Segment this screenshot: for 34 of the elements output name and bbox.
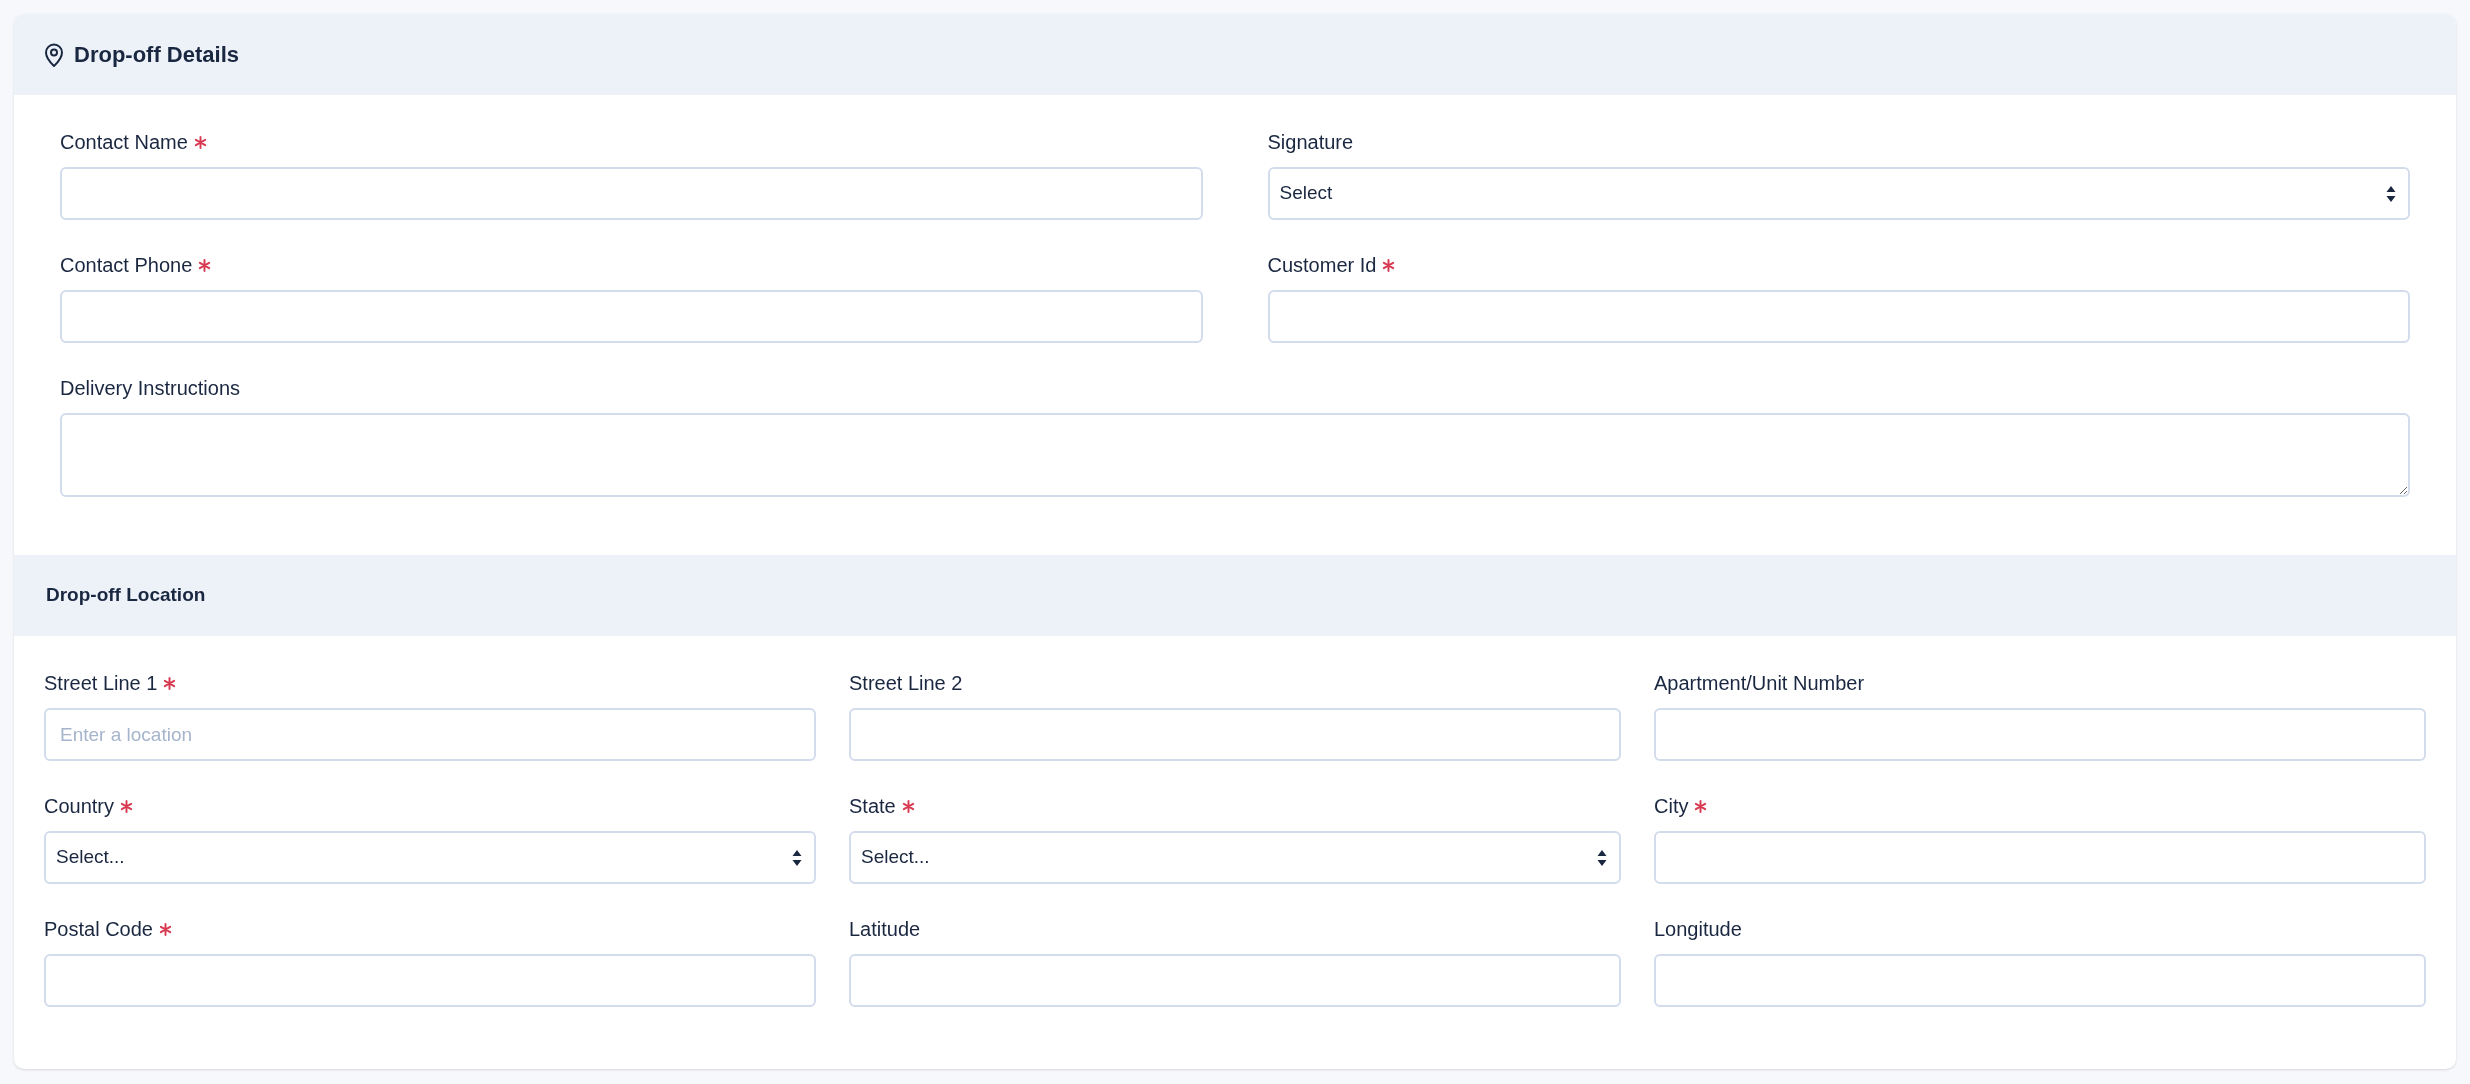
field-label: State (849, 794, 896, 819)
field-label: Contact Name (60, 130, 188, 155)
select-dropdown[interactable]: Select (1267, 167, 2410, 220)
text-input-field[interactable] (849, 708, 1621, 761)
field-label: City (1654, 794, 1689, 819)
field-label: Longitude (1654, 917, 1742, 942)
text-input-field[interactable] (60, 167, 1203, 220)
text-input-field[interactable] (44, 954, 816, 1007)
text-input-field[interactable] (60, 290, 1203, 343)
field-label: Signature (1267, 130, 1354, 155)
text-input-field[interactable] (1267, 290, 2410, 343)
text-input-field[interactable] (849, 954, 1621, 1007)
select-dropdown[interactable]: Select... (849, 831, 1621, 884)
field-label: Apartment/Unit Number (1654, 671, 1865, 696)
up-down-caret-icon (1597, 848, 1607, 867)
field-label: Postal Code (44, 917, 153, 942)
section-title: Drop-off Location (46, 583, 206, 608)
text-input-field[interactable] (1654, 708, 2426, 761)
up-down-caret-icon (2386, 184, 2396, 203)
field-label: Delivery Instructions (60, 376, 241, 401)
up-down-caret-icon (792, 848, 802, 867)
field-label: Latitude (849, 917, 921, 942)
field-label: Street Line 1 (44, 671, 158, 696)
field-label: Customer Id (1267, 253, 1377, 278)
textarea-field[interactable] (60, 413, 2410, 497)
text-input-field[interactable] (1654, 954, 2426, 1007)
text-input-field[interactable] (1654, 831, 2426, 884)
field-label: Contact Phone (60, 253, 193, 278)
field-label: Street Line 2 (849, 671, 963, 696)
field-label: Country (44, 794, 115, 819)
select-dropdown[interactable]: Select... (44, 831, 816, 884)
text-input-field[interactable]: Enter a location (44, 708, 816, 761)
section-title: Drop-off Details (74, 41, 239, 69)
map-pin-icon (44, 42, 64, 67)
